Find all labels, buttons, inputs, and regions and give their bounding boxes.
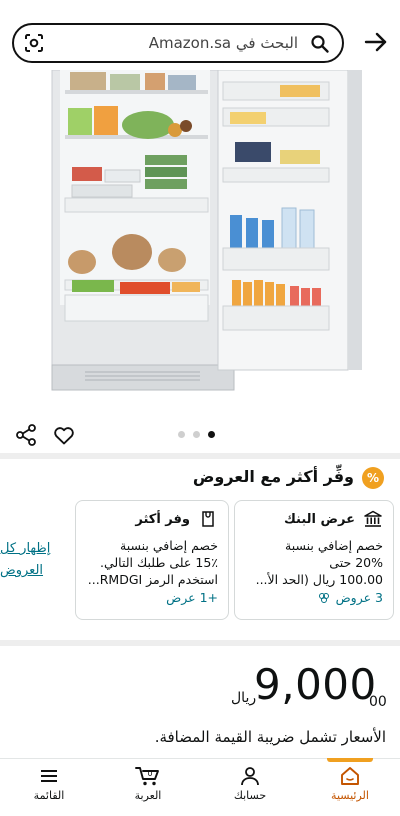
offer-card-text: 15٪ على طلبك التالي.	[99, 555, 218, 570]
offers-title: وفِّر أكثر مع العروض	[192, 467, 354, 486]
share-icon[interactable]	[14, 423, 38, 447]
coupon-icon	[202, 511, 214, 527]
search-icon[interactable]	[310, 34, 330, 54]
bottom-navigation: القائمة 0 العربة حسابك الرئيسية	[0, 758, 400, 816]
show-all-offers-line[interactable]: إظهار كل	[0, 538, 58, 560]
nav-menu[interactable]: القائمة	[14, 765, 84, 802]
offer-card-text: 100.00 ريال (الحد الأ...	[255, 572, 383, 587]
product-image[interactable]	[0, 70, 400, 415]
section-divider	[0, 640, 400, 646]
account-icon	[241, 767, 259, 786]
carousel-dot[interactable]	[193, 431, 200, 438]
home-icon	[341, 767, 359, 785]
heart-icon[interactable]	[52, 423, 76, 447]
vat-note: الأسعار تشمل ضريبة القيمة المضافة.	[154, 728, 386, 746]
offer-card-save-more[interactable]: وفر أكثر خصم إضافي بنسبة 15٪ على طلبك ال…	[75, 500, 229, 620]
image-carousel-dots	[178, 431, 215, 438]
offer-card-link[interactable]: 3 عروض	[245, 590, 383, 605]
cart-count: 0	[147, 769, 152, 778]
nav-home-label: الرئيسية	[331, 789, 369, 802]
carousel-dot-active[interactable]	[208, 431, 215, 438]
offer-card-text: 20% حتى	[329, 555, 383, 570]
nav-cart[interactable]: 0 العربة	[113, 765, 183, 802]
offer-card-title: عرض البنك	[283, 511, 355, 527]
offers-percent-icon: %	[362, 467, 384, 489]
carousel-dot[interactable]	[178, 431, 185, 438]
cart-icon: 0	[135, 767, 159, 786]
price-currency: ريال	[231, 690, 257, 706]
camera-scan-icon[interactable]	[24, 33, 44, 53]
offer-card-link-text[interactable]: +1 عرض	[166, 590, 218, 605]
section-divider	[0, 453, 400, 459]
nav-home[interactable]: الرئيسية	[315, 765, 385, 802]
back-arrow-icon[interactable]	[362, 28, 390, 56]
nav-cart-label: العربة	[134, 789, 162, 802]
nav-account-label: حسابك	[233, 789, 267, 802]
offers-header: % وفِّر أكثر مع العروض	[0, 463, 400, 495]
offer-card-text: خصم إضافي بنسبة	[285, 538, 383, 553]
offers-count-icon	[318, 592, 329, 603]
bank-icon	[364, 510, 382, 527]
search-bar[interactable]: البحث في Amazon.sa	[12, 23, 344, 63]
nav-account[interactable]: حسابك	[215, 765, 285, 802]
price-fraction: 00	[369, 694, 387, 710]
offer-card-text: استخدم الرمز RMDGI...	[87, 572, 218, 587]
price-whole: 9,000	[254, 660, 377, 709]
show-all-offers-line[interactable]: العروض	[0, 560, 58, 582]
refrigerator-illustration	[51, 70, 362, 391]
show-all-offers-link[interactable]: إظهار كل العروض	[0, 538, 58, 582]
top-bar: البحث في Amazon.sa	[0, 0, 400, 70]
search-input[interactable]: البحث في Amazon.sa	[149, 34, 298, 52]
offer-card-title: وفر أكثر	[135, 511, 190, 527]
active-tab-indicator	[327, 758, 373, 762]
offer-card-link-text[interactable]: 3 عروض	[336, 590, 383, 605]
nav-menu-label: القائمة	[33, 789, 65, 802]
offer-card-text: خصم إضافي بنسبة	[120, 538, 218, 553]
offer-card-bank[interactable]: عرض البنك خصم إضافي بنسبة 20% حتى 100.00…	[234, 500, 394, 620]
offer-card-link[interactable]: +1 عرض	[86, 590, 218, 605]
menu-icon	[41, 770, 57, 782]
